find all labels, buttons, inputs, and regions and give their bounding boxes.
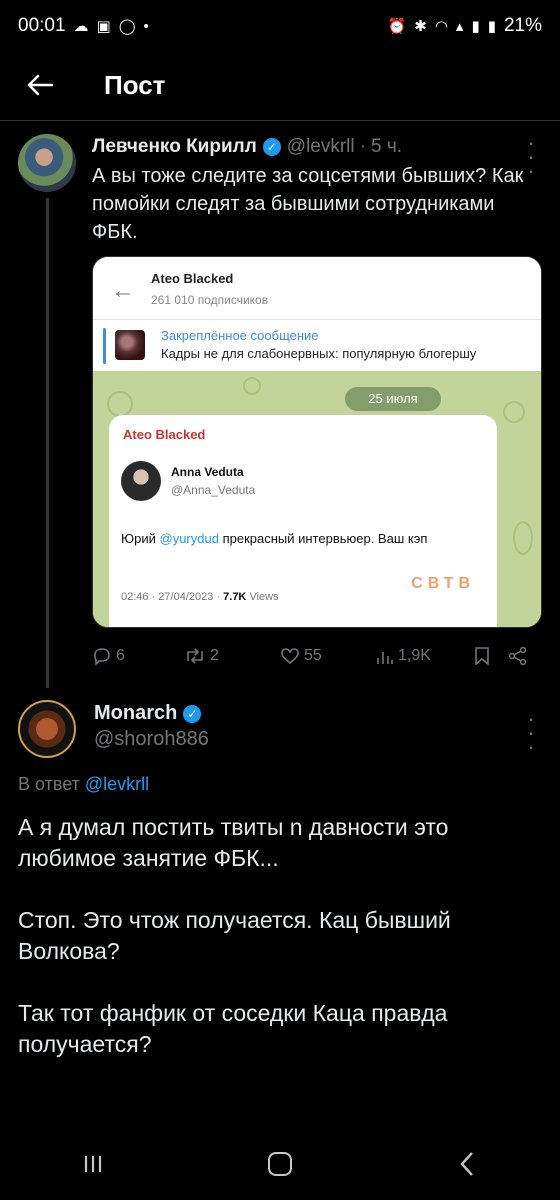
reply-button[interactable]: 6 <box>92 647 184 665</box>
recents-icon <box>85 1156 102 1172</box>
inner-meta-date: 02:46 · 27/04/2023 · <box>121 591 224 603</box>
reply-to-prefix: В ответ <box>18 774 85 794</box>
retweet-button[interactable]: 2 <box>184 647 280 665</box>
top-app-bar: Пост <box>0 52 560 118</box>
author-handle[interactable]: @levkrll <box>287 136 355 158</box>
inner-author-name: Anna Veduta <box>171 465 244 479</box>
header-divider <box>0 120 560 121</box>
embed-pinned-message: Закреплённое сообщение Кадры не для слаб… <box>93 319 541 371</box>
tweet-media-image[interactable]: ← Ateo Blacked 261 010 подписчиков Закре… <box>92 256 542 628</box>
reply-to-line: В ответ @levkrll <box>18 774 149 795</box>
recent-apps-button[interactable] <box>48 1134 138 1194</box>
cloud-icon: ☁ <box>73 18 89 35</box>
reply-count: 6 <box>116 647 125 664</box>
reply-text: А я думал постить твиты n давности это л… <box>18 812 538 1091</box>
author-avatar[interactable] <box>18 134 76 192</box>
tweet-time: 5 ч. <box>370 136 402 157</box>
separator-dot: · <box>359 136 366 157</box>
whatsapp-icon: ◯ <box>118 18 136 35</box>
reply-paragraph: Стоп. Это чтож получается. Кац бывший Во… <box>18 907 451 964</box>
share-icon <box>508 647 527 665</box>
embed-chat-background: 25 июля Ateo Blacked Anna Veduta @Anna_V… <box>93 371 541 627</box>
date-pill: 25 июля <box>345 387 441 411</box>
arrow-left-icon <box>27 74 54 96</box>
watermark: СВТВ <box>411 575 475 592</box>
message-bubble: Ateo Blacked Anna Veduta @Anna_Veduta Юр… <box>109 415 497 627</box>
like-button[interactable]: 55 <box>280 647 376 665</box>
tweet-text: А вы тоже следите за соцсетями бывших? К… <box>92 165 524 243</box>
reply-author-avatar[interactable] <box>18 700 76 758</box>
wifi-icon: ◠ <box>434 18 448 35</box>
reply-icon <box>94 648 110 665</box>
view-count: 1,9K <box>398 647 431 664</box>
tweet-actions: 6 2 55 1,9K <box>92 642 542 670</box>
verified-badge-icon: ✓ <box>183 704 202 723</box>
chevron-left-icon <box>460 1152 473 1176</box>
more-options-icon[interactable]: · · · <box>516 708 546 758</box>
bluetooth-icon: ✱ <box>414 18 427 35</box>
doodle-decoration <box>243 377 261 395</box>
views-chart-icon <box>377 652 393 664</box>
reply-author-row: Monarch ✓ <box>94 702 207 725</box>
inner-text-part: Юрий <box>121 531 160 546</box>
reply-paragraph: А я думал постить твиты n давности это л… <box>18 814 449 871</box>
embed-back-icon: ← <box>111 277 135 304</box>
pin-bar <box>103 328 106 364</box>
embed-channel-name: Ateo Blacked <box>151 271 234 286</box>
inner-author-handle: @Anna_Veduta <box>171 483 256 497</box>
signal-2-icon: ▮ <box>487 18 496 35</box>
thread-line <box>46 198 49 688</box>
retweet-count: 2 <box>210 647 219 664</box>
bookmark-icon <box>475 647 489 665</box>
page-title: Пост <box>104 69 166 100</box>
volte-icon: ▴ <box>455 18 464 35</box>
reply-author-name[interactable]: Monarch <box>94 702 177 725</box>
bookmark-button[interactable] <box>474 647 508 665</box>
views-button[interactable]: 1,9K <box>376 647 474 665</box>
inner-avatar <box>121 461 161 501</box>
signal-icon: ▮ <box>471 18 480 35</box>
inner-meta-views: 7.7K <box>223 591 247 603</box>
doodle-decoration <box>107 391 133 417</box>
inner-text-part: прекрасный интервьюер. Ваш кэп <box>218 531 428 546</box>
alarm-icon: ⏰ <box>387 18 407 35</box>
embed-channel-header: ← Ateo Blacked 261 010 подписчиков <box>93 257 541 319</box>
inner-mention: @yurydud <box>159 531 219 546</box>
system-back-button[interactable] <box>422 1134 512 1194</box>
pinned-title: Закреплённое сообщение <box>161 328 319 343</box>
battery-level: 21% <box>503 15 542 36</box>
back-button[interactable] <box>0 52 80 118</box>
inner-tweet-meta: 02:46 · 27/04/2023 · 7.7K Views <box>121 591 279 603</box>
bubble-channel-name: Ateo Blacked <box>123 427 206 442</box>
home-button[interactable] <box>235 1134 325 1194</box>
status-bar: 00:01 ☁ ▣ ◯ • ⏰ ✱ ◠ ▴ ▮ ▮ 21% <box>0 0 560 52</box>
pinned-thumbnail <box>115 330 145 360</box>
status-time: 00:01 <box>18 15 66 36</box>
share-button[interactable] <box>508 647 528 665</box>
tweet-header: Левченко Кирилл ✓ @levkrll · 5 ч. <box>92 134 402 160</box>
inner-meta-label: Views <box>246 591 279 603</box>
reply-author-handle[interactable]: @shoroh886 <box>94 728 209 751</box>
system-navigation-bar <box>0 1128 560 1200</box>
pinned-text: Кадры не для слабонервных: популярную бл… <box>161 346 477 361</box>
home-icon <box>267 1152 292 1176</box>
embed-subscribers: 261 010 подписчиков <box>151 293 269 307</box>
retweet-icon <box>187 648 203 664</box>
heart-icon <box>281 648 299 665</box>
screenshot-icon: ▣ <box>96 18 111 35</box>
reply-paragraph: Так тот фанфик от соседки Каца правда по… <box>18 1000 448 1057</box>
verified-badge-icon: ✓ <box>262 138 281 156</box>
reply-to-mention[interactable]: @levkrll <box>85 774 149 794</box>
inner-tweet-text: Юрий @yurydud прекрасный интервьюер. Ваш… <box>121 529 485 549</box>
like-count: 55 <box>304 647 322 664</box>
doodle-decoration <box>503 401 525 423</box>
dot-icon: • <box>143 17 149 35</box>
author-name[interactable]: Левченко Кирилл <box>92 136 257 158</box>
doodle-decoration <box>513 521 533 555</box>
